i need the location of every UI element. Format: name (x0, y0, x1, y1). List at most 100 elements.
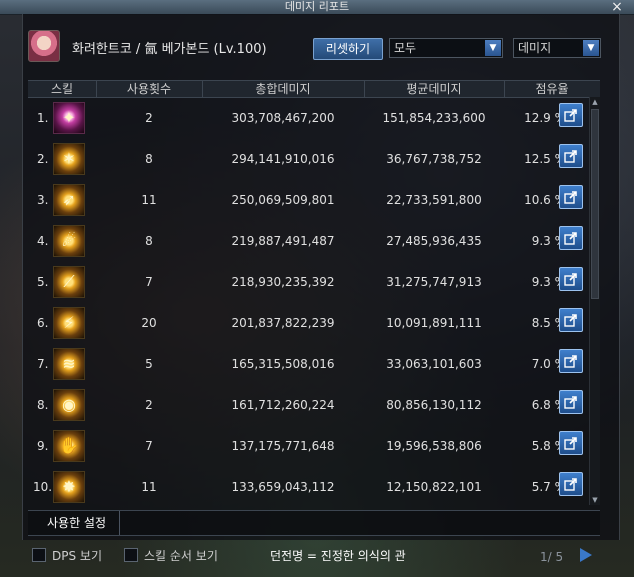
skill-icon[interactable]: ➶ (53, 184, 85, 216)
scroll-thumb[interactable] (591, 109, 599, 299)
row-share: 9.3 % (531, 275, 566, 289)
skill-icon[interactable]: ⟋ (53, 266, 85, 298)
export-button[interactable] (559, 267, 583, 291)
export-button[interactable] (559, 349, 583, 373)
row-average-damage: 19,596,538,806 (386, 439, 482, 453)
type-select[interactable]: 데미지 ▼ (513, 38, 601, 58)
row-rank: 9. (37, 439, 49, 453)
export-button[interactable] (559, 308, 583, 332)
row-use-count: 2 (145, 398, 153, 412)
row-share: 9.3 % (531, 234, 566, 248)
dps-view-label: DPS 보기 (52, 549, 102, 563)
row-total-damage: 294,141,910,016 (231, 152, 335, 166)
skill-icon[interactable]: ✋ (53, 430, 85, 462)
row-average-damage: 80,856,130,112 (386, 398, 482, 412)
row-rank: 3. (37, 193, 49, 207)
export-button[interactable] (559, 431, 583, 455)
row-total-damage: 165,315,508,016 (231, 357, 335, 371)
table-row: 4. ☄ 8 219,887,491,487 27,485,936,435 9.… (28, 224, 588, 264)
export-button[interactable] (559, 390, 583, 414)
row-use-count: 8 (145, 152, 153, 166)
row-share: 8.5 % (531, 316, 566, 330)
row-rank: 6. (37, 316, 49, 330)
skill-icon[interactable]: ≋ (53, 348, 85, 380)
window-title: 데미지 리포트 (284, 0, 350, 13)
export-icon (564, 396, 577, 409)
table-row: 8. ◉ 2 161,712,260,224 80,856,130,112 6.… (28, 388, 588, 428)
close-icon[interactable]: × (610, 0, 624, 14)
row-rank: 10. (33, 480, 53, 494)
row-average-damage: 36,767,738,752 (386, 152, 482, 166)
skill-order-checkbox[interactable] (124, 548, 138, 562)
row-use-count: 2 (145, 111, 153, 125)
tab-used-settings[interactable]: 사용한 설정 (34, 511, 120, 535)
row-share: 10.6 % (524, 193, 566, 207)
chevron-down-icon: ▼ (485, 40, 501, 56)
row-rank: 5. (37, 275, 49, 289)
export-button[interactable] (559, 226, 583, 250)
column-total-damage[interactable]: 총합데미지 (202, 81, 365, 97)
export-button[interactable] (559, 185, 583, 209)
table-row: 2. ✶ 8 294,141,910,016 36,767,738,752 12… (28, 142, 588, 182)
row-rank: 7. (37, 357, 49, 371)
reset-button[interactable]: 리셋하기 (313, 38, 383, 60)
skill-icon[interactable]: ✸ (53, 471, 85, 503)
chevron-down-icon: ▼ (583, 40, 599, 56)
table-row: 1. ✦ 2 303,708,467,200 151,854,233,600 1… (28, 101, 588, 141)
bottom-tab-strip: 사용한 설정 (28, 510, 600, 536)
page-indicator: 1/ 5 (540, 550, 564, 564)
export-button[interactable] (559, 472, 583, 496)
row-share: 12.5 % (524, 152, 566, 166)
table-row: 7. ≋ 5 165,315,508,016 33,063,101,603 7.… (28, 347, 588, 387)
export-button[interactable] (559, 103, 583, 127)
export-icon (564, 355, 577, 368)
next-page-icon[interactable] (580, 548, 592, 562)
row-use-count: 5 (145, 357, 153, 371)
column-use-count[interactable]: 사용횟수 (96, 81, 203, 97)
scroll-down-icon[interactable]: ▼ (590, 495, 600, 505)
row-total-damage: 161,712,260,224 (231, 398, 335, 412)
dps-view-checkbox[interactable] (32, 548, 46, 562)
export-icon (564, 109, 577, 122)
row-share: 7.0 % (531, 357, 566, 371)
export-icon (564, 314, 577, 327)
column-average-damage[interactable]: 평균데미지 (364, 81, 505, 97)
row-use-count: 7 (145, 439, 153, 453)
window-title-bar[interactable]: 데미지 리포트 × (0, 0, 634, 15)
row-rank: 8. (37, 398, 49, 412)
row-use-count: 11 (141, 480, 157, 494)
export-icon (564, 232, 577, 245)
column-skill[interactable]: 스킬 (28, 81, 97, 97)
row-total-damage: 137,175,771,648 (231, 439, 335, 453)
row-average-damage: 22,733,591,800 (386, 193, 482, 207)
skill-icon[interactable]: ✦ (53, 102, 85, 134)
character-avatar (28, 30, 60, 62)
row-share: 5.7 % (531, 480, 566, 494)
skill-order-label: 스킬 순서 보기 (144, 549, 218, 563)
row-average-damage: 33,063,101,603 (386, 357, 482, 371)
row-total-damage: 133,659,043,112 (231, 480, 335, 494)
row-average-damage: 10,091,891,111 (386, 316, 482, 330)
row-average-damage: 31,275,747,913 (386, 275, 482, 289)
mode-select[interactable]: 모두 ▼ (389, 38, 503, 58)
row-total-damage: 219,887,491,487 (231, 234, 335, 248)
table-row: 9. ✋ 7 137,175,771,648 19,596,538,806 5.… (28, 429, 588, 469)
row-use-count: 8 (145, 234, 153, 248)
export-button[interactable] (559, 144, 583, 168)
skill-icon[interactable]: ☄ (53, 225, 85, 257)
row-total-damage: 250,069,509,801 (231, 193, 335, 207)
mode-select-value: 모두 (394, 41, 417, 55)
dungeon-name: 던전명 = 진정한 의식의 관 (270, 549, 406, 563)
column-share[interactable]: 점유율 (504, 81, 600, 97)
scroll-up-icon[interactable]: ▲ (590, 97, 600, 107)
footer: DPS 보기 스킬 순서 보기 던전명 = 진정한 의식의 관 1/ 5 (0, 540, 634, 577)
character-name: 화려한트코 / 氤 베가본드 (Lv.100) (72, 42, 267, 57)
table-row: 6. ⚡ 20 201,837,822,239 10,091,891,111 8… (28, 306, 588, 346)
row-rank: 1. (37, 111, 49, 125)
skill-icon[interactable]: ◉ (53, 389, 85, 421)
row-use-count: 11 (141, 193, 157, 207)
skill-icon[interactable]: ✶ (53, 143, 85, 175)
table-row: 10. ✸ 11 133,659,043,112 12,150,822,101 … (28, 470, 588, 510)
table-scrollbar[interactable]: ▲ ▼ (589, 97, 600, 505)
skill-icon[interactable]: ⚡ (53, 307, 85, 339)
